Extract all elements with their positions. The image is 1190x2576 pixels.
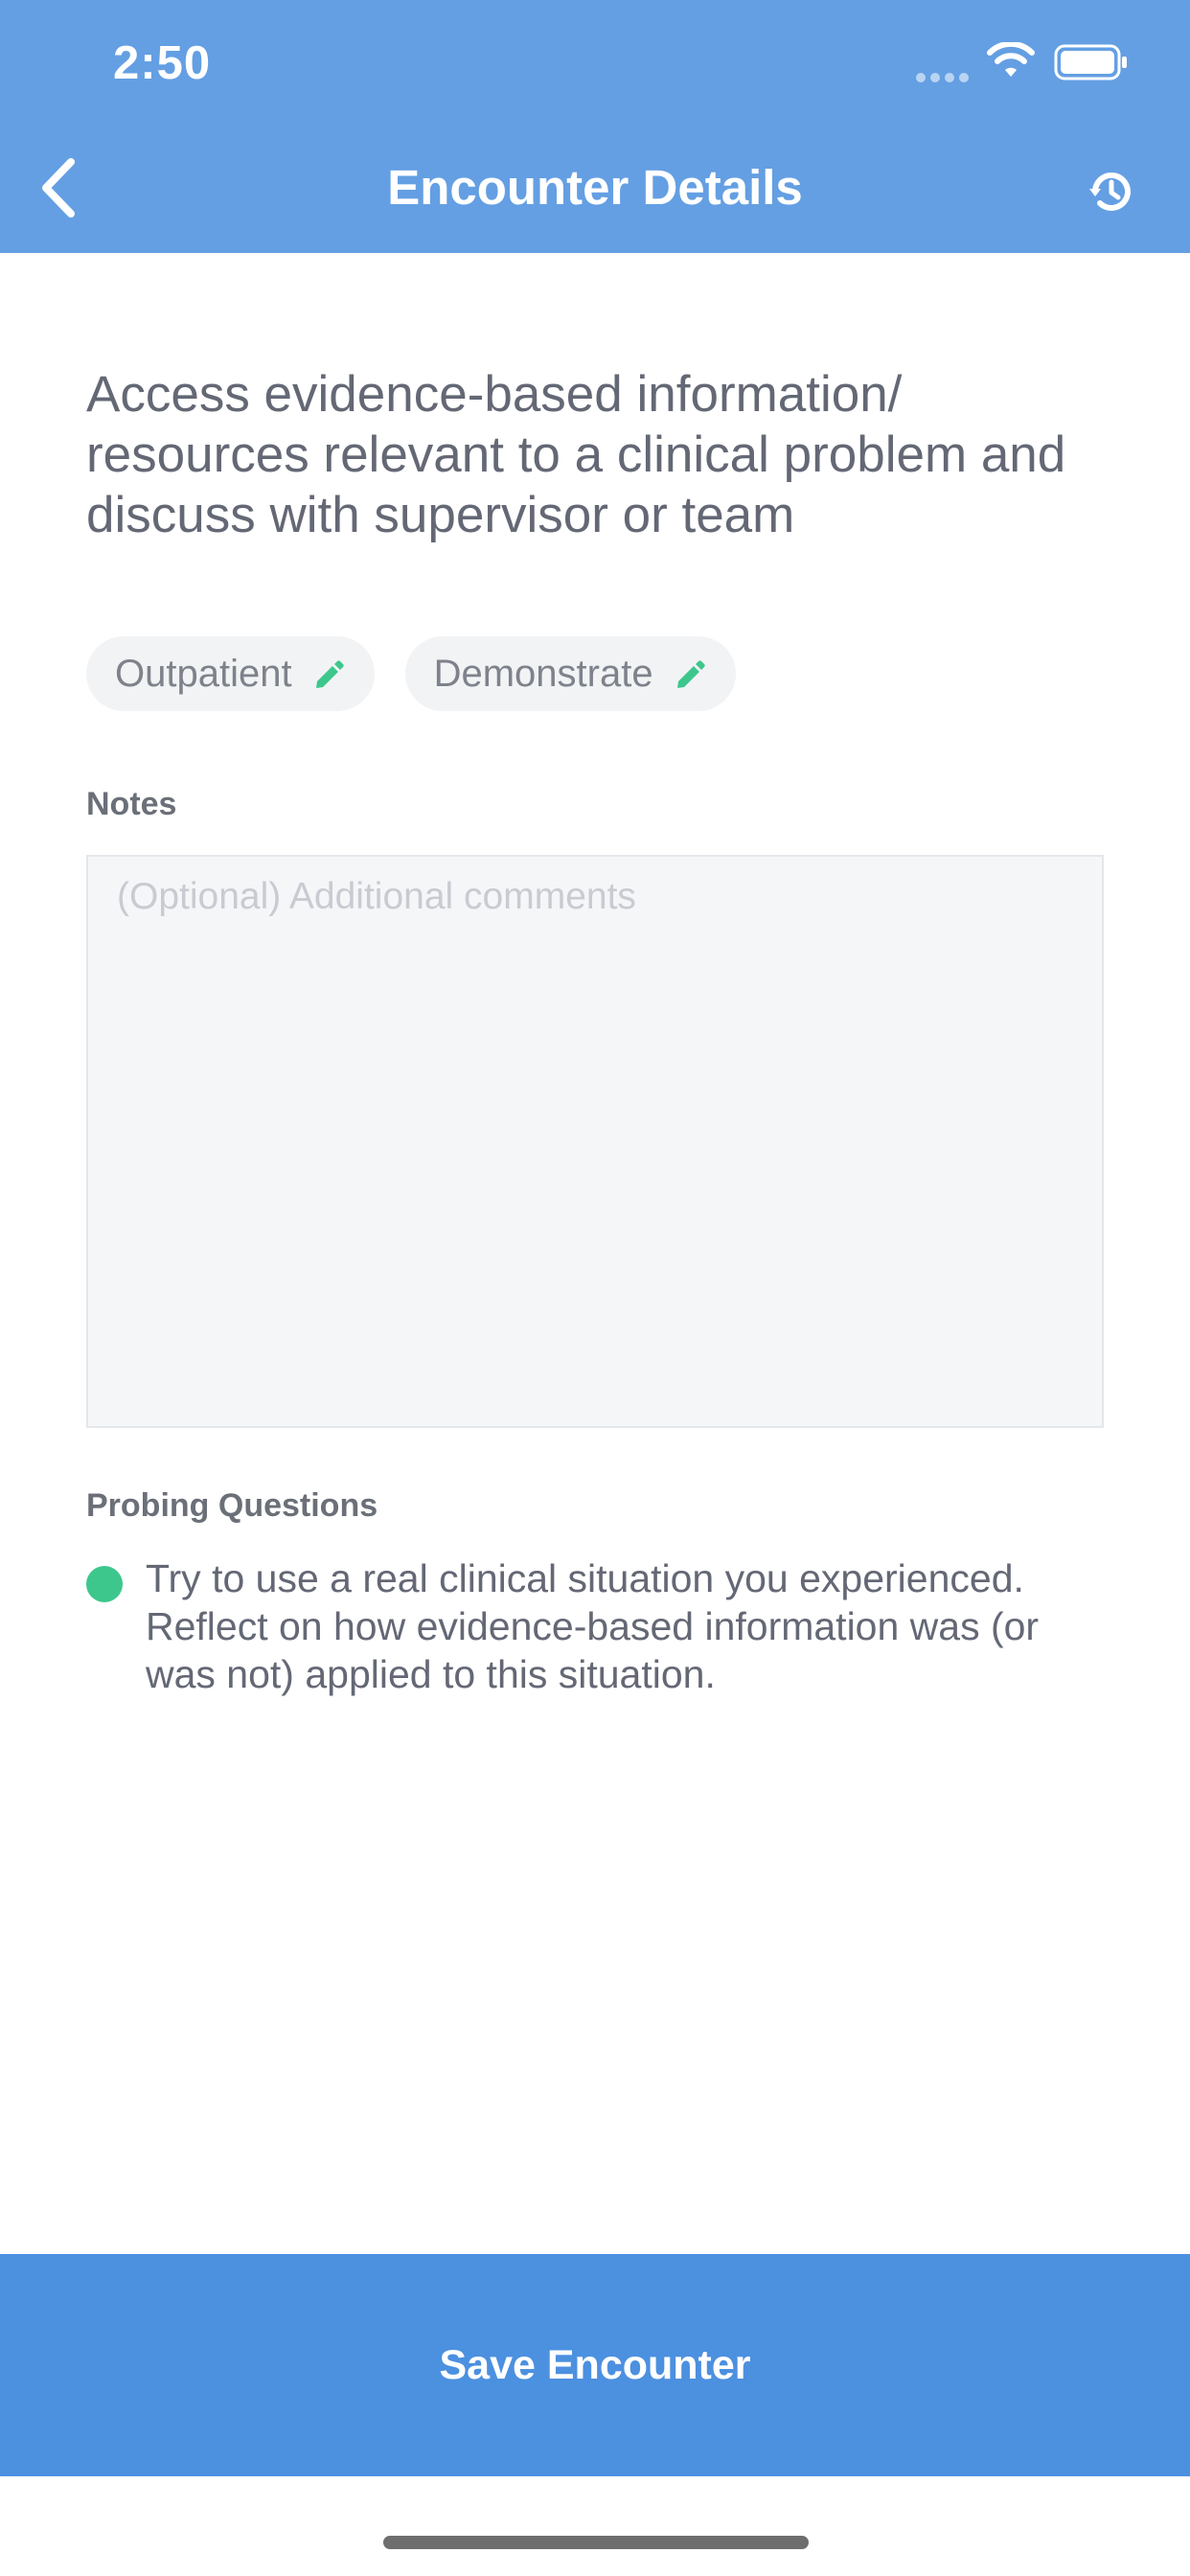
bullet-dot-icon — [86, 1566, 123, 1602]
encounter-details-screen: 2:50 Encounter Details Access evidence-b… — [0, 0, 1190, 2576]
encounter-description: Access evidence-based information/ resou… — [86, 366, 1066, 543]
notes-label: Notes — [86, 786, 177, 822]
probing-question-text: Try to use a real clinical situation you… — [146, 1556, 1040, 1696]
history-button[interactable] — [1081, 161, 1142, 222]
pencil-icon — [315, 660, 344, 688]
chevron-left-icon — [42, 158, 75, 218]
encounter-tags: Outpatient Demonstrate — [86, 636, 736, 711]
probing-questions-label: Probing Questions — [86, 1487, 378, 1524]
tag-level-button[interactable]: Demonstrate — [404, 636, 736, 711]
save-encounter-button[interactable]: Save Encounter — [0, 2254, 1190, 2476]
header-bar: 2:50 Encounter Details — [0, 0, 1190, 253]
tag-label: Outpatient — [115, 652, 292, 695]
tag-setting-button[interactable]: Outpatient — [86, 636, 375, 711]
status-time: 2:50 — [113, 37, 212, 89]
notes-input[interactable] — [86, 855, 1104, 1428]
page-title: Encounter Details — [387, 160, 803, 215]
probing-question-item: Try to use a real clinical situation you… — [86, 1554, 1102, 1698]
wifi-icon — [987, 42, 1035, 77]
tag-label: Demonstrate — [433, 652, 653, 695]
pencil-icon — [676, 660, 705, 688]
back-button[interactable] — [23, 153, 92, 222]
home-indicator[interactable] — [383, 2536, 809, 2549]
history-icon — [1089, 172, 1131, 211]
cellular-signal-icon — [916, 73, 970, 82]
battery-icon — [1054, 44, 1127, 80]
